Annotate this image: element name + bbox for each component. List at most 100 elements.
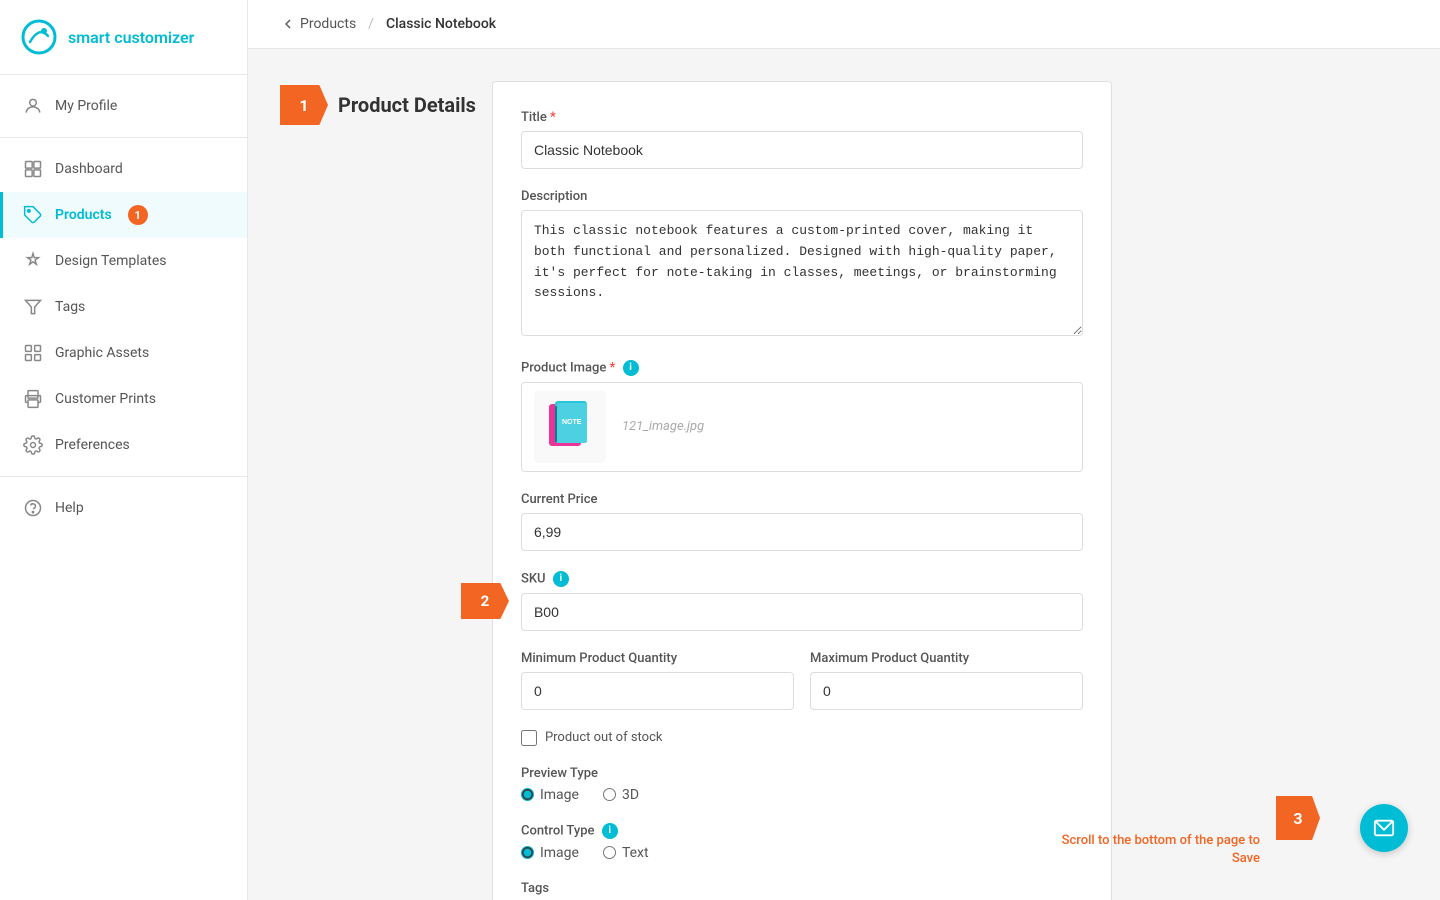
preview-type-label: Preview Type	[521, 766, 1083, 781]
main-area: Products / Classic Notebook 1 Product De…	[248, 0, 1440, 900]
nav-label-products: Products	[55, 207, 112, 223]
sku-input[interactable]	[521, 593, 1083, 631]
current-price-label: Current Price	[521, 492, 1083, 507]
assets-icon	[23, 343, 43, 363]
nav-label-design-templates: Design Templates	[55, 253, 167, 269]
preview-3d-label: 3D	[622, 787, 639, 803]
nav-label-my-profile: My Profile	[55, 98, 117, 114]
out-of-stock-row: Product out of stock	[521, 730, 1083, 746]
preview-image-radio[interactable]	[521, 788, 534, 801]
title-group: Title *	[521, 110, 1083, 169]
preview-type-group: Preview Type Image 3D	[521, 766, 1083, 803]
product-image-label: Product Image * i	[521, 360, 1083, 376]
control-text-radio[interactable]	[603, 846, 616, 859]
svg-text:NOTE: NOTE	[562, 419, 582, 426]
sku-group: SKU i	[521, 571, 1083, 631]
control-image-radio[interactable]	[521, 846, 534, 859]
scroll-hint: Scroll to the bottom of the page to Save	[1060, 832, 1260, 868]
sidebar-item-tags[interactable]: Tags	[0, 284, 247, 330]
product-form: Title * Description This classic noteboo…	[492, 81, 1112, 900]
step3-badge: 3	[1276, 796, 1320, 840]
control-type-radio-group: Image Text	[521, 845, 1083, 861]
sidebar-item-products[interactable]: Products 1	[0, 192, 247, 238]
control-image-label: Image	[540, 845, 579, 861]
out-of-stock-checkbox[interactable]	[521, 730, 537, 746]
gear-icon	[23, 435, 43, 455]
design-icon	[23, 251, 43, 271]
sidebar-item-preferences[interactable]: Preferences	[0, 422, 247, 468]
sku-info-icon[interactable]: i	[553, 571, 569, 587]
tags-group: Tags	[521, 881, 1083, 900]
image-thumbnail: NOTE	[534, 391, 606, 463]
sidebar: smart customizer My Profile Dashboard Pr…	[0, 0, 248, 900]
email-fab-button[interactable]	[1360, 804, 1408, 852]
sidebar-item-help[interactable]: Help	[0, 485, 247, 531]
filter-icon	[23, 297, 43, 317]
current-price-input[interactable]	[521, 513, 1083, 551]
content-area: 1 Product Details Title * Description	[248, 49, 1440, 900]
min-qty-label: Minimum Product Quantity	[521, 651, 794, 666]
control-type-info-icon[interactable]: i	[602, 823, 618, 839]
sku-label: SKU i	[521, 571, 1083, 587]
topbar: Products / Classic Notebook	[248, 0, 1440, 49]
control-image-radio-item[interactable]: Image	[521, 845, 579, 861]
title-label: Title *	[521, 110, 1083, 125]
help-icon	[23, 498, 43, 518]
back-button[interactable]: Products	[280, 16, 356, 32]
control-text-radio-item[interactable]: Text	[603, 845, 649, 861]
logo-icon	[20, 18, 58, 56]
logo-area: smart customizer	[0, 0, 247, 75]
nav-label-tags: Tags	[55, 299, 85, 315]
image-upload-area[interactable]: NOTE 121_image.jpg	[521, 382, 1083, 472]
nav-label-graphic-assets: Graphic Assets	[55, 345, 149, 361]
notebook-image: NOTE	[541, 398, 599, 456]
required-star: *	[550, 110, 556, 125]
nav-label-dashboard: Dashboard	[55, 161, 123, 177]
current-price-group: Current Price	[521, 492, 1083, 551]
description-group: Description This classic notebook featur…	[521, 189, 1083, 340]
control-type-label: Control Type i	[521, 823, 1083, 839]
dashboard-icon	[23, 159, 43, 179]
step2-badge: 2	[461, 583, 509, 619]
email-icon	[1373, 817, 1395, 839]
tag-icon	[23, 205, 43, 225]
min-qty-input[interactable]	[521, 672, 794, 710]
preview-3d-radio[interactable]	[603, 788, 616, 801]
brand-name: smart customizer	[68, 28, 194, 47]
image-filename: 121_image.jpg	[622, 419, 704, 434]
breadcrumb-back: Products	[300, 16, 356, 32]
nav-label-help: Help	[55, 500, 84, 516]
nav-label-preferences: Preferences	[55, 437, 130, 453]
product-image-info-icon[interactable]: i	[623, 360, 639, 376]
sidebar-item-my-profile[interactable]: My Profile	[0, 83, 247, 129]
preview-image-label: Image	[540, 787, 579, 803]
nav-label-customer-prints: Customer Prints	[55, 391, 156, 407]
user-icon	[23, 96, 43, 116]
back-arrow-icon	[280, 16, 296, 32]
max-qty-group: Maximum Product Quantity	[810, 651, 1083, 710]
control-text-label: Text	[622, 845, 649, 861]
product-image-group: Product Image * i NOTE	[521, 360, 1083, 472]
tags-label: Tags	[521, 881, 1083, 896]
step1-title: Product Details	[338, 93, 492, 117]
preview-3d-radio-item[interactable]: 3D	[603, 787, 639, 803]
max-qty-label: Maximum Product Quantity	[810, 651, 1083, 666]
breadcrumb-separator: /	[368, 16, 374, 32]
max-qty-input[interactable]	[810, 672, 1083, 710]
step1-badge: 1	[280, 85, 328, 125]
out-of-stock-label[interactable]: Product out of stock	[545, 730, 663, 745]
breadcrumb-current: Classic Notebook	[386, 16, 496, 32]
sidebar-nav: My Profile Dashboard Products 1 Design T…	[0, 75, 247, 900]
min-qty-group: Minimum Product Quantity	[521, 651, 794, 710]
sidebar-item-dashboard[interactable]: Dashboard	[0, 146, 247, 192]
sidebar-item-graphic-assets[interactable]: Graphic Assets	[0, 330, 247, 376]
sidebar-item-customer-prints[interactable]: Customer Prints	[0, 376, 247, 422]
title-input[interactable]	[521, 131, 1083, 169]
preview-image-radio-item[interactable]: Image	[521, 787, 579, 803]
description-textarea[interactable]: This classic notebook features a custom-…	[521, 210, 1083, 336]
quantity-group: Minimum Product Quantity Maximum Product…	[521, 651, 1083, 710]
preview-type-radio-group: Image 3D	[521, 787, 1083, 803]
prints-icon	[23, 389, 43, 409]
sidebar-item-design-templates[interactable]: Design Templates	[0, 238, 247, 284]
control-type-group: Control Type i Image Text	[521, 823, 1083, 861]
